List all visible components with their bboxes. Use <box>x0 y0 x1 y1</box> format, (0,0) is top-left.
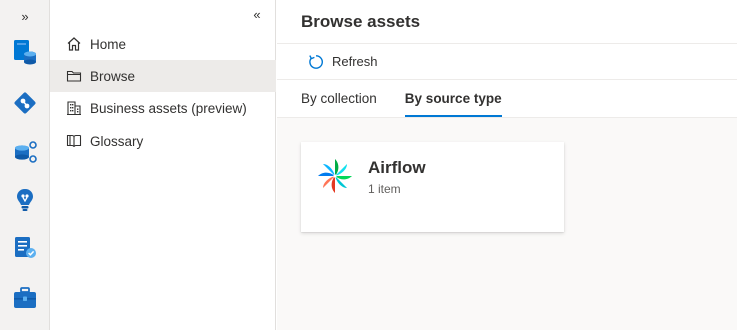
refresh-label: Refresh <box>332 54 378 69</box>
nav-item-label: Home <box>90 36 127 52</box>
data-catalog-icon[interactable] <box>11 89 39 117</box>
navigation-panel: « Home Browse Business assets (preview) <box>50 0 276 330</box>
app-icon-rail: » <box>0 0 50 330</box>
book-icon <box>65 132 83 150</box>
card-title: Airflow <box>368 158 426 177</box>
card-item-count: 1 item <box>368 182 401 196</box>
source-type-card[interactable]: Airflow 1 item <box>301 142 564 232</box>
nav-item-business-assets[interactable]: Business assets (preview) <box>50 92 276 124</box>
management-icon[interactable] <box>11 284 39 312</box>
data-map-icon[interactable] <box>11 38 39 66</box>
nav-item-home[interactable]: Home <box>50 28 276 60</box>
nav-item-label: Browse <box>90 68 136 84</box>
title-bar: Browse assets <box>277 0 737 44</box>
refresh-button[interactable]: Refresh <box>307 53 378 71</box>
tab-by-collection[interactable]: By collection <box>301 80 377 117</box>
folder-icon <box>65 67 83 85</box>
building-icon <box>65 99 83 117</box>
page-title: Browse assets <box>301 11 421 31</box>
home-icon <box>65 35 83 53</box>
nav-item-browse[interactable]: Browse <box>50 60 276 92</box>
refresh-icon <box>309 54 323 69</box>
collapse-nav-button[interactable]: « <box>247 6 267 24</box>
tab-list: By collection By source type <box>277 80 737 118</box>
nav-item-glossary[interactable]: Glossary <box>50 125 276 157</box>
expand-rail-button[interactable]: » <box>0 6 50 28</box>
policy-icon[interactable] <box>11 234 39 262</box>
tab-by-source-type[interactable]: By source type <box>404 80 502 117</box>
airflow-logo <box>318 159 352 193</box>
insights-icon[interactable] <box>11 186 39 214</box>
nav-item-label: Glossary <box>90 133 144 149</box>
command-bar: Refresh <box>277 44 737 80</box>
main-content: Browse assets Refresh By collection By s… <box>277 0 737 330</box>
nav-item-label: Business assets (preview) <box>90 100 247 116</box>
data-estate-icon[interactable] <box>11 138 39 166</box>
